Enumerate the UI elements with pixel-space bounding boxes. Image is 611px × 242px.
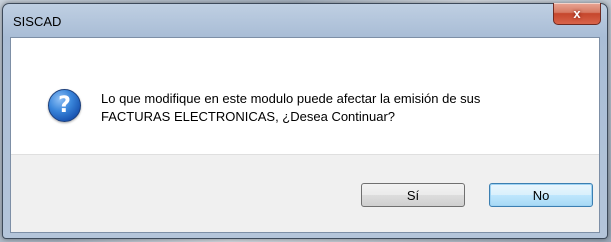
yes-button[interactable]: Sí — [361, 183, 465, 207]
message-line-1: Lo que modifique en este modulo puede af… — [101, 91, 481, 106]
message-area: ? Lo que modifique en este modulo puede … — [11, 38, 599, 154]
message-dialog: SISCAD x ? Lo que modifique en este modu… — [2, 3, 608, 239]
message-line-2: FACTURAS ELECTRONICAS, ¿Desea Continuar? — [101, 109, 396, 124]
dialog-body: ? Lo que modifique en este modulo puede … — [10, 37, 600, 233]
title-bar[interactable]: SISCAD x — [3, 3, 607, 38]
no-button[interactable]: No — [489, 183, 593, 207]
close-icon: x — [573, 6, 581, 21]
close-button[interactable]: x — [553, 3, 601, 25]
button-bar: Sí No — [11, 154, 599, 232]
message-text: Lo que modifique en este modulo puede af… — [101, 90, 581, 126]
question-icon: ? — [48, 89, 81, 122]
window-title: SISCAD — [13, 14, 62, 29]
